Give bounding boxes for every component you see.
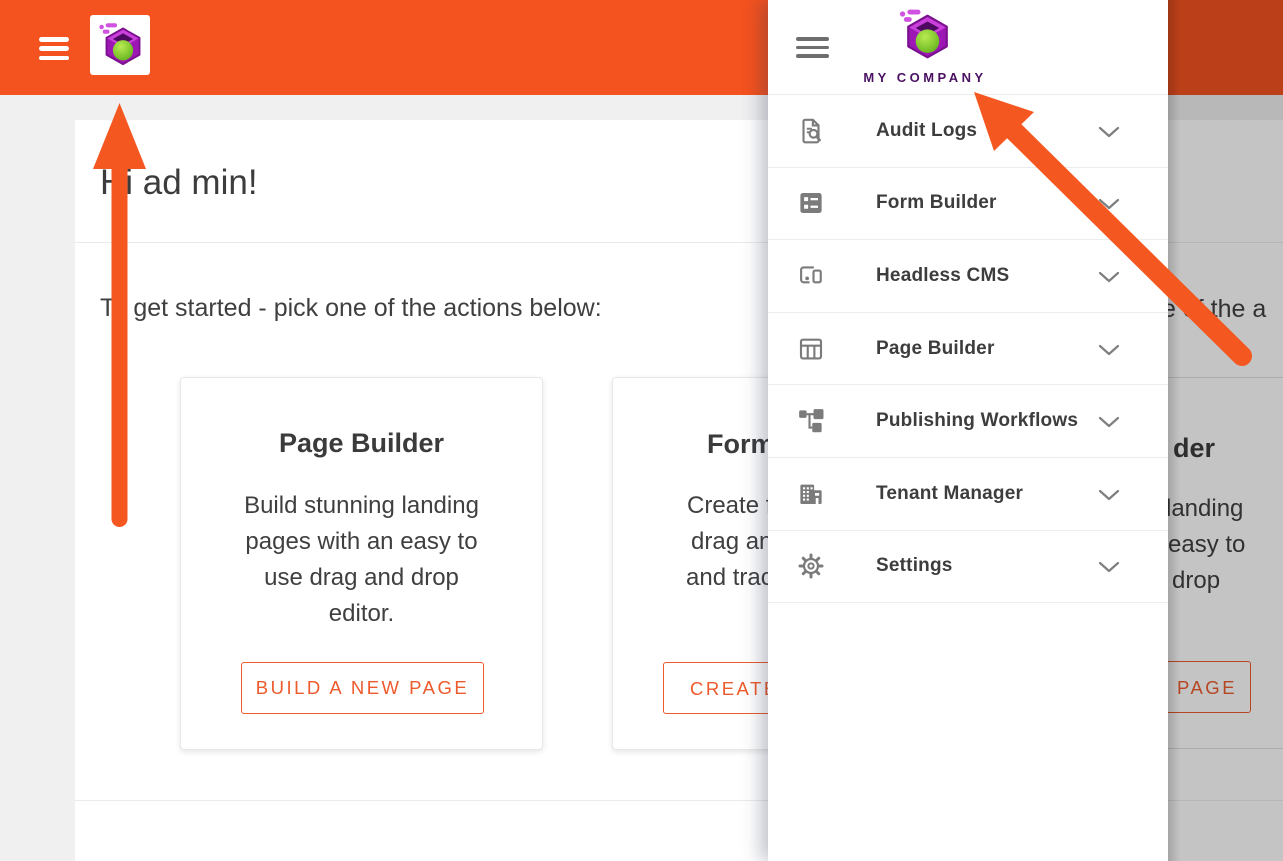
company-cube-logo-icon bbox=[896, 7, 952, 63]
card-description: Build stunning landing pages with an eas… bbox=[181, 488, 542, 632]
chevron-down-icon[interactable] bbox=[1098, 415, 1120, 427]
company-cube-logo-icon bbox=[96, 21, 144, 69]
get-started-subtitle: To get started - pick one of the actions… bbox=[100, 293, 602, 323]
screenshot-canvas: Hi ad min! To get started - pick one of … bbox=[0, 0, 1283, 861]
button-label-fragment: CREATE bbox=[690, 678, 779, 700]
chevron-down-icon[interactable] bbox=[1098, 197, 1120, 209]
ballot-icon bbox=[796, 188, 826, 218]
dimmed-page-strip: e of the a der landing easy to drop PAGE bbox=[1168, 0, 1283, 861]
menu-item-label: Audit Logs bbox=[876, 120, 977, 142]
menu-item-settings[interactable]: Settings bbox=[768, 531, 1168, 604]
menu-item-label: Form Builder bbox=[876, 192, 997, 214]
nav-drawer: MY COMPANY Audit Logs Form Buil bbox=[768, 0, 1168, 861]
chevron-down-icon[interactable] bbox=[1098, 560, 1120, 572]
menu-icon[interactable] bbox=[39, 37, 69, 60]
company-logo[interactable] bbox=[90, 15, 150, 75]
table-icon bbox=[796, 334, 826, 364]
menu-item-label: Tenant Manager bbox=[876, 483, 1023, 505]
chevron-down-icon[interactable] bbox=[1098, 125, 1120, 137]
card-description-fragment: Create f bbox=[687, 488, 772, 524]
menu-item-audit-logs[interactable]: Audit Logs bbox=[768, 95, 1168, 168]
card-title-fragment: Form bbox=[707, 425, 775, 463]
gear-icon bbox=[796, 551, 826, 581]
chevron-down-icon[interactable] bbox=[1098, 488, 1120, 500]
company-name: MY COMPANY bbox=[825, 70, 1025, 85]
menu-item-label: Page Builder bbox=[876, 338, 995, 360]
menu-open-screenshot: MY COMPANY Audit Logs Form Buil bbox=[768, 0, 1283, 861]
company-logo[interactable] bbox=[896, 7, 952, 63]
menu-item-label: Headless CMS bbox=[876, 265, 1009, 287]
workflow-icon bbox=[796, 406, 826, 436]
backdrop-dim-overlay bbox=[1168, 0, 1283, 861]
menu-item-form-builder[interactable]: Form Builder bbox=[768, 168, 1168, 241]
file-search-icon bbox=[796, 116, 826, 146]
menu-item-label: Publishing Workflows bbox=[876, 410, 1078, 432]
menu-item-publishing-workflows[interactable]: Publishing Workflows bbox=[768, 385, 1168, 458]
drawer-shadow bbox=[1168, 0, 1180, 861]
menu-item-headless-cms[interactable]: Headless CMS bbox=[768, 240, 1168, 313]
menu-item-page-builder[interactable]: Page Builder bbox=[768, 313, 1168, 386]
building-icon bbox=[796, 479, 826, 509]
menu-item-label: Settings bbox=[876, 555, 953, 577]
drawer-menu: Audit Logs Form Builder bbox=[768, 95, 1168, 603]
action-card-page-builder: Page Builder Build stunning landing page… bbox=[180, 377, 543, 750]
drawer-header: MY COMPANY bbox=[768, 0, 1168, 95]
devices-icon bbox=[796, 261, 826, 291]
chevron-down-icon[interactable] bbox=[1098, 343, 1120, 355]
build-new-page-button[interactable]: BUILD A NEW PAGE bbox=[241, 662, 484, 714]
chevron-down-icon[interactable] bbox=[1098, 270, 1120, 282]
greeting-text: Hi ad min! bbox=[100, 158, 258, 208]
card-title: Page Builder bbox=[181, 424, 542, 462]
menu-icon[interactable] bbox=[796, 37, 829, 58]
menu-item-tenant-manager[interactable]: Tenant Manager bbox=[768, 458, 1168, 531]
